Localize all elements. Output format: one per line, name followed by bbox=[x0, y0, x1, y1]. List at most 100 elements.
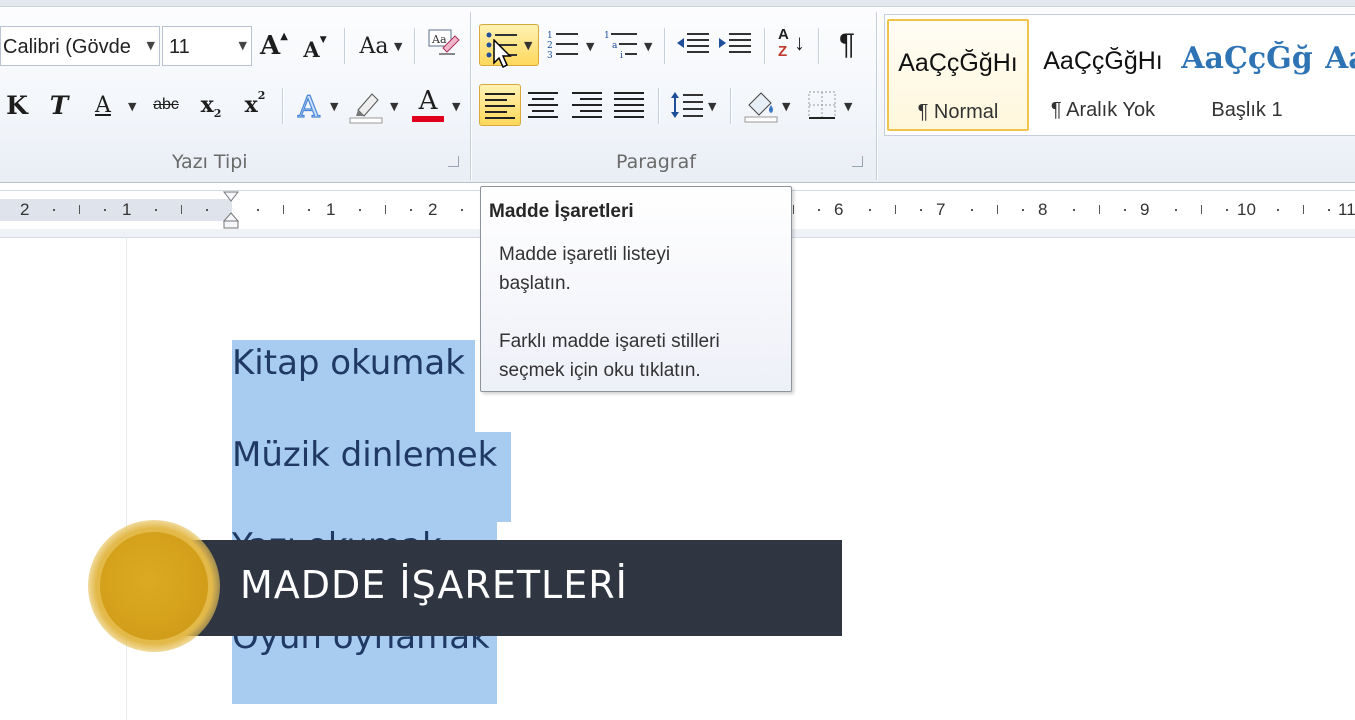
ruler-tick bbox=[1303, 205, 1304, 214]
chevron-down-icon[interactable]: ▼ bbox=[586, 40, 594, 53]
shrink-font-icon[interactable]: A ▼ bbox=[300, 34, 330, 64]
chevron-down-icon[interactable]: ▼ bbox=[239, 27, 247, 65]
ruler-tick bbox=[1201, 205, 1202, 214]
paragraph-dialog-launcher[interactable] bbox=[852, 156, 863, 167]
document-line[interactable]: Müzik dinlemek bbox=[232, 435, 497, 475]
shading-icon[interactable] bbox=[742, 86, 780, 124]
chevron-down-icon[interactable]: ▼ bbox=[644, 40, 652, 53]
style-name: ¶ Aralık Yok bbox=[1050, 99, 1156, 121]
ruler-tick bbox=[1225, 209, 1228, 211]
increase-indent-icon[interactable] bbox=[716, 28, 754, 62]
separator bbox=[658, 88, 659, 124]
clear-formatting-icon[interactable]: Aa bbox=[424, 24, 462, 62]
ribbon-top-edge bbox=[0, 0, 1355, 7]
chevron-down-icon[interactable]: ▼ bbox=[330, 100, 338, 113]
font-name-combo[interactable]: Calibri (Gövde ▼ bbox=[0, 26, 160, 66]
chevron-down-icon[interactable]: ▼ bbox=[147, 27, 155, 65]
svg-text:A: A bbox=[297, 90, 320, 123]
chevron-down-icon[interactable]: ▼ bbox=[128, 100, 136, 113]
change-case-button[interactable]: Aa bbox=[354, 30, 394, 62]
style-normal[interactable]: AaÇçĞğHı ¶ Normal bbox=[887, 19, 1029, 131]
ruler-tick bbox=[919, 209, 922, 211]
bold-label: K bbox=[6, 90, 28, 120]
underline-button[interactable]: A bbox=[88, 88, 118, 122]
ruler-tick bbox=[103, 209, 106, 211]
ruler-tick bbox=[895, 205, 896, 214]
highlight-icon[interactable] bbox=[348, 88, 384, 124]
numbering-icon[interactable]: 123 bbox=[544, 28, 584, 62]
justify-icon[interactable] bbox=[610, 88, 648, 122]
svg-text:2: 2 bbox=[547, 41, 553, 51]
bullets-button[interactable]: ▼ bbox=[479, 24, 539, 69]
svg-text:Aa: Aa bbox=[431, 33, 447, 46]
ruler-number: 10 bbox=[1237, 200, 1256, 219]
align-left-button[interactable] bbox=[479, 84, 521, 126]
style-sample: AaÇçĞğHı bbox=[1043, 47, 1163, 75]
superscript-mark: 2 bbox=[257, 88, 266, 102]
svg-text:1: 1 bbox=[604, 31, 610, 41]
svg-text:3: 3 bbox=[547, 51, 553, 61]
font-dialog-launcher[interactable] bbox=[448, 156, 459, 167]
separator bbox=[344, 28, 345, 64]
style-sample: AaÇçĞğHı bbox=[898, 49, 1018, 77]
ruler-tick bbox=[256, 209, 259, 211]
font-color-letter: A bbox=[418, 86, 438, 116]
ruler-tick bbox=[409, 209, 412, 211]
chevron-down-icon[interactable]: ▼ bbox=[452, 100, 460, 113]
sort-icon[interactable]: A Z ↓ bbox=[774, 24, 810, 64]
chevron-down-icon[interactable]: ▼ bbox=[782, 100, 790, 113]
ruler-number: 6 bbox=[834, 200, 844, 219]
borders-icon[interactable] bbox=[804, 88, 840, 122]
decrease-indent-icon[interactable] bbox=[674, 28, 712, 62]
ruler-number: 8 bbox=[1038, 200, 1048, 219]
ruler-tick bbox=[181, 205, 182, 214]
font-color-icon[interactable]: A bbox=[410, 86, 446, 124]
multilevel-list-icon[interactable]: 1ai bbox=[602, 28, 642, 62]
style-heading-1[interactable]: AaÇçĞğ Başlık 1 bbox=[1177, 19, 1317, 131]
ruler-tick bbox=[817, 209, 820, 211]
chevron-down-icon[interactable]: ▼ bbox=[708, 100, 716, 113]
change-case-label: Aa bbox=[359, 33, 389, 59]
style-heading-2[interactable]: Aa bbox=[1321, 19, 1355, 131]
ruler-tick bbox=[358, 209, 361, 211]
italic-button[interactable]: T bbox=[44, 88, 74, 122]
align-center-icon[interactable] bbox=[524, 88, 562, 122]
style-sample: Aa bbox=[1325, 41, 1355, 76]
chevron-down-icon[interactable]: ▼ bbox=[390, 100, 398, 113]
sort-z: Z bbox=[778, 43, 788, 60]
separator bbox=[818, 28, 819, 64]
superscript-button[interactable]: x2 bbox=[238, 88, 272, 122]
grow-font-icon[interactable]: A ▲ bbox=[258, 30, 290, 62]
grow-font-letter: A bbox=[260, 31, 281, 61]
font-size-combo[interactable]: 11 ▼ bbox=[162, 26, 252, 66]
chevron-down-icon[interactable]: ▼ bbox=[394, 40, 402, 53]
indent-marker-icon[interactable] bbox=[223, 191, 239, 229]
align-right-icon[interactable] bbox=[568, 88, 606, 122]
ruler-tick bbox=[793, 205, 794, 214]
ruler-tick bbox=[385, 205, 386, 214]
subscript-button[interactable]: x2 bbox=[194, 88, 228, 122]
chevron-down-icon[interactable]: ▼ bbox=[844, 100, 852, 113]
ruler-number: 11 bbox=[1338, 200, 1355, 219]
show-marks-icon[interactable]: ¶ bbox=[830, 26, 864, 64]
ruler-tick bbox=[52, 209, 55, 211]
line-spacing-icon[interactable] bbox=[668, 88, 706, 122]
strikethrough-label: abc bbox=[153, 96, 179, 113]
chevron-down-icon[interactable]: ▼ bbox=[524, 39, 532, 52]
subscript-label: x bbox=[200, 92, 214, 118]
strikethrough-button[interactable]: abc bbox=[148, 88, 184, 122]
pilcrow-label: ¶ bbox=[838, 28, 856, 61]
tooltip-title: Madde İşaretleri bbox=[489, 201, 634, 222]
bold-button[interactable]: K bbox=[4, 88, 30, 122]
font-color-bar bbox=[412, 116, 444, 122]
style-no-spacing[interactable]: AaÇçĞğHı ¶ Aralık Yok bbox=[1033, 19, 1173, 131]
document-line[interactable]: Kitap okumak bbox=[232, 343, 465, 383]
ruler-tick bbox=[1099, 205, 1100, 214]
svg-text:a: a bbox=[612, 41, 618, 51]
ruler-tick bbox=[154, 209, 157, 211]
style-name: ¶ Normal bbox=[917, 101, 999, 123]
text-effects-icon[interactable]: A bbox=[294, 88, 328, 124]
group-separator bbox=[470, 12, 471, 180]
shrink-font-letter: A bbox=[303, 36, 320, 62]
arrow-down-icon: ↓ bbox=[794, 30, 805, 55]
